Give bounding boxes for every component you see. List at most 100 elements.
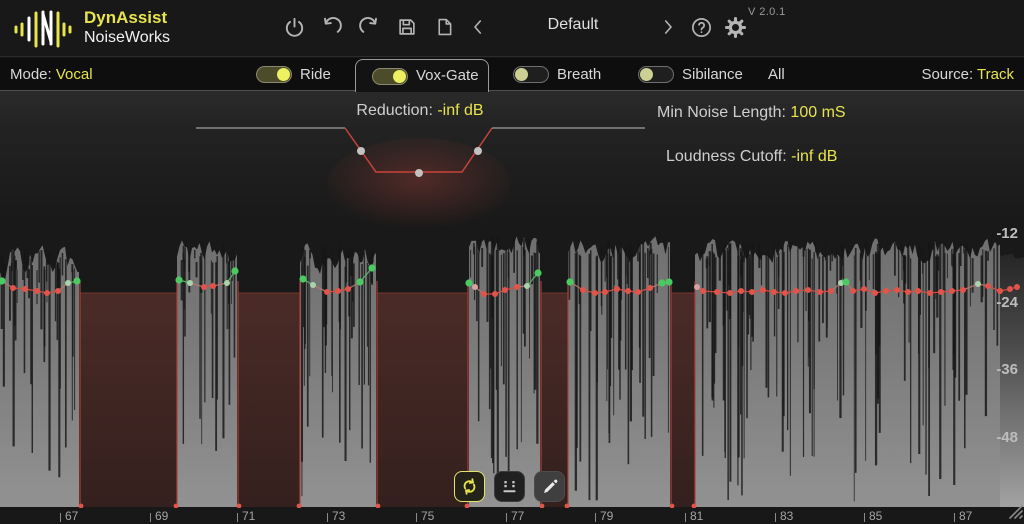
gate-node[interactable] [324, 289, 330, 295]
sibilance-label[interactable]: Sibilance [682, 58, 743, 91]
curve-handle[interactable] [415, 169, 423, 177]
gate-node[interactable] [771, 289, 777, 295]
gate-node[interactable] [760, 287, 766, 293]
gate-node[interactable] [625, 288, 631, 294]
gate-node[interactable] [927, 290, 933, 296]
gate-node[interactable] [514, 284, 520, 290]
tab-vox-gate[interactable]: Vox-Gate [355, 59, 489, 92]
power-button[interactable] [277, 8, 311, 46]
breath-label[interactable]: Breath [557, 58, 601, 91]
next-preset-button[interactable] [651, 8, 685, 46]
face-detect-button[interactable] [494, 471, 525, 502]
waveform-display[interactable]: -12-24-36-48 [0, 91, 1024, 524]
gate-node[interactable] [985, 283, 991, 289]
gate-node[interactable] [502, 287, 508, 293]
gate-node[interactable] [534, 269, 541, 276]
gate-node[interactable] [749, 289, 755, 295]
gate-node[interactable] [872, 290, 878, 296]
redo-button[interactable] [352, 8, 386, 46]
timeline-tick [416, 513, 417, 522]
gate-node[interactable] [580, 287, 586, 293]
gate-node[interactable] [905, 289, 911, 295]
vox-gate-toggle[interactable] [372, 68, 408, 85]
gate-node[interactable] [842, 278, 849, 285]
gate-node[interactable] [960, 287, 966, 293]
gate-node[interactable] [368, 264, 375, 271]
gate-node[interactable] [34, 288, 40, 294]
gate-node[interactable] [938, 289, 944, 295]
ride-label[interactable]: Ride [300, 58, 331, 91]
gate-node[interactable] [231, 267, 238, 274]
gate-node[interactable] [335, 288, 341, 294]
gate-node[interactable] [782, 290, 788, 296]
timeline-ruler[interactable]: 6769717375777981838587 [0, 508, 1024, 524]
gate-node[interactable] [975, 281, 981, 287]
preset-name[interactable]: Default [508, 10, 638, 40]
resize-grip[interactable] [1006, 502, 1023, 524]
gate-node[interactable] [345, 286, 351, 292]
curve-handle[interactable] [357, 147, 365, 155]
gate-node[interactable] [472, 284, 478, 290]
gate-node[interactable] [175, 276, 182, 283]
gate-node[interactable] [299, 275, 306, 282]
gate-node[interactable] [817, 289, 823, 295]
gate-node[interactable] [714, 289, 720, 295]
main-panel: -12-24-36-48 Reduction: -inf dB Min Nois… [0, 91, 1024, 524]
gate-node[interactable] [224, 280, 230, 286]
breath-toggle[interactable] [513, 66, 549, 83]
gate-node[interactable] [793, 288, 799, 294]
gate-node[interactable] [465, 279, 472, 286]
gate-node[interactable] [10, 285, 16, 291]
gate-node[interactable] [310, 282, 316, 288]
pencil-edit-button[interactable] [534, 471, 565, 502]
gate-node[interactable] [201, 284, 207, 290]
loudness-cutoff-readout[interactable]: Loudness Cutoff: -inf dB [666, 148, 837, 166]
help-button[interactable] [684, 8, 718, 46]
gate-node[interactable] [614, 286, 620, 292]
gate-node[interactable] [915, 288, 921, 294]
gate-node[interactable] [1007, 286, 1013, 292]
new-file-button[interactable] [427, 8, 461, 46]
gate-node[interactable] [861, 286, 867, 292]
gate-node[interactable] [700, 288, 706, 294]
auto-recalc-button[interactable] [454, 471, 485, 502]
gate-node[interactable] [65, 280, 71, 286]
gate-node[interactable] [894, 287, 900, 293]
gate-node[interactable] [665, 278, 672, 285]
gate-node[interactable] [22, 286, 28, 292]
gate-node[interactable] [566, 278, 573, 285]
settings-button[interactable] [718, 8, 752, 46]
gate-node[interactable] [883, 288, 889, 294]
min-noise-readout[interactable]: Min Noise Length: 100 mS [657, 104, 846, 122]
gate-node[interactable] [602, 289, 608, 295]
gate-node[interactable] [492, 291, 498, 297]
gate-node[interactable] [1014, 284, 1020, 290]
gate-node[interactable] [592, 290, 598, 296]
gate-node[interactable] [738, 288, 744, 294]
gate-node[interactable] [658, 279, 665, 286]
gate-node[interactable] [210, 283, 216, 289]
gate-node[interactable] [850, 288, 856, 294]
gate-node[interactable] [55, 288, 61, 294]
undo-button[interactable] [314, 8, 348, 46]
gate-node[interactable] [356, 278, 363, 285]
gate-node[interactable] [44, 290, 50, 296]
gate-node[interactable] [481, 291, 487, 297]
tab-all[interactable]: All [768, 58, 785, 91]
gate-node[interactable] [805, 287, 811, 293]
ride-toggle[interactable] [256, 66, 292, 83]
gate-node[interactable] [727, 290, 733, 296]
gate-node[interactable] [635, 289, 641, 295]
gate-node[interactable] [524, 283, 530, 289]
curve-handle[interactable] [474, 147, 482, 155]
gate-node[interactable] [949, 288, 955, 294]
sibilance-toggle[interactable] [638, 66, 674, 83]
gate-curve[interactable] [196, 128, 645, 230]
save-button[interactable] [390, 8, 424, 46]
gate-node[interactable] [73, 277, 80, 284]
gate-node[interactable] [647, 285, 653, 291]
gate-node[interactable] [694, 284, 700, 290]
prev-preset-button[interactable] [461, 8, 495, 46]
gate-node[interactable] [828, 288, 834, 294]
gate-node[interactable] [187, 280, 193, 286]
